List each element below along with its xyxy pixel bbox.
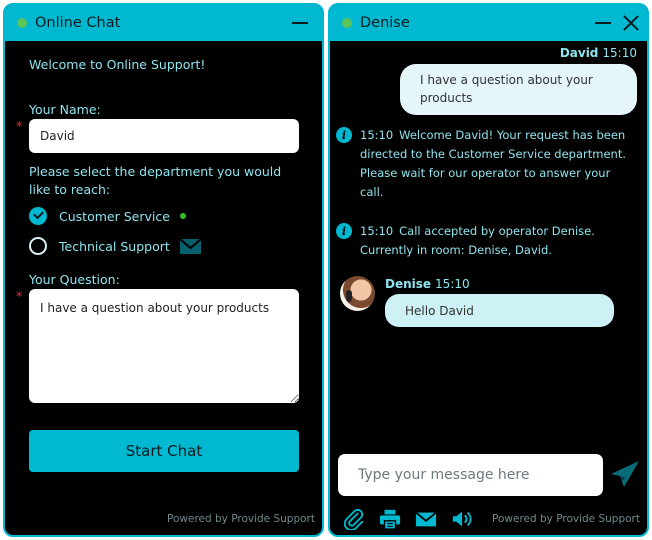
powered-by-link[interactable]: Powered by Provide Support — [167, 513, 315, 525]
message-meta: Denise 15:10 — [385, 277, 470, 291]
message-input[interactable] — [338, 454, 603, 496]
close-button[interactable] — [621, 11, 641, 35]
required-mark: * — [16, 290, 23, 305]
question-label: Your Question: — [29, 272, 120, 287]
online-status-icon — [17, 18, 27, 28]
online-status-icon — [342, 18, 352, 28]
question-field[interactable]: I have a question about your products — [29, 289, 299, 403]
name-label: Your Name: — [29, 102, 101, 117]
message-time: 15:10 — [602, 46, 637, 60]
paperclip-icon[interactable] — [342, 508, 366, 530]
visitor-message-bubble: I have a question about your products — [400, 64, 637, 115]
pre-chat-header: Online Chat — [5, 5, 322, 41]
operator-message-bubble: Hello David — [385, 294, 614, 327]
chat-window: Denise David 15:10 I have a question abou… — [328, 3, 649, 537]
system-message: i 15:10 Welcome David! Your request has b… — [336, 126, 631, 202]
operator-name: Denise — [360, 15, 410, 31]
department-option-technical-support[interactable]: Technical Support — [29, 237, 201, 255]
department-option-customer-service[interactable]: Customer Service — [29, 207, 186, 225]
message-time: 15:10 — [435, 277, 470, 291]
message-text: Welcome David! Your request has been dir… — [360, 128, 626, 199]
info-icon: i — [336, 223, 352, 239]
message-time: 15:10 — [360, 224, 394, 238]
message-time: 15:10 — [360, 128, 394, 142]
sound-icon[interactable] — [450, 508, 474, 530]
printer-icon[interactable] — [378, 508, 402, 530]
operator-avatar — [340, 276, 375, 311]
message-meta: David 15:10 — [560, 46, 637, 60]
start-chat-button[interactable]: Start Chat — [29, 430, 299, 472]
send-icon[interactable] — [610, 459, 640, 489]
minimize-button[interactable] — [593, 11, 613, 35]
minimize-button[interactable] — [290, 11, 310, 35]
message-author: Denise — [385, 277, 432, 291]
chat-header: Denise — [330, 5, 647, 41]
online-indicator-icon — [179, 213, 186, 219]
required-mark: * — [16, 120, 23, 135]
department-label: Technical Support — [59, 238, 170, 254]
department-label: Please select the department you would l… — [29, 164, 282, 197]
email-icon[interactable] — [414, 508, 438, 530]
info-icon: i — [336, 127, 352, 143]
name-field[interactable] — [29, 119, 299, 153]
pre-chat-window: Online Chat Welcome to Online Support! Y… — [3, 3, 324, 537]
email-icon — [179, 238, 201, 254]
radio-checked-icon[interactable] — [29, 207, 47, 225]
department-label: Customer Service — [59, 208, 170, 224]
radio-unchecked-icon[interactable] — [29, 237, 47, 255]
chat-toolbar — [342, 508, 474, 530]
message-text: Call accepted by operator Denise. Curren… — [360, 224, 595, 257]
powered-by-link[interactable]: Powered by Provide Support — [492, 513, 640, 525]
message-author: David — [559, 46, 599, 60]
welcome-text: Welcome to Online Support! — [29, 57, 206, 72]
window-title: Online Chat — [35, 15, 121, 31]
system-message: i 15:10 Call accepted by operator Denise.… — [336, 222, 631, 260]
